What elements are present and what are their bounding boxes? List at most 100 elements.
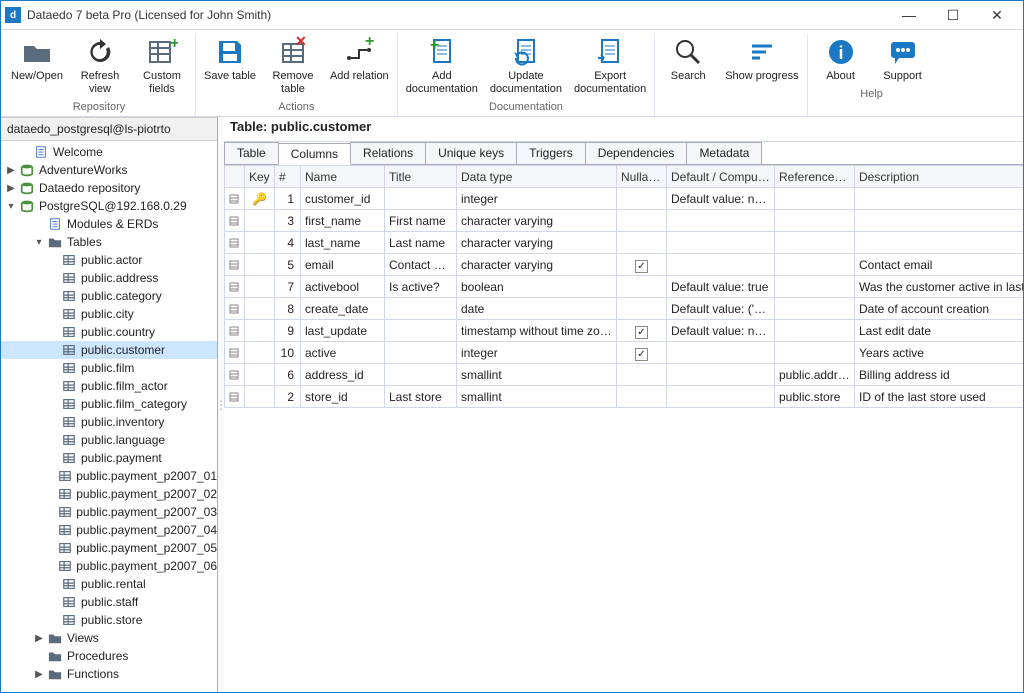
grid-cell[interactable]: customer_id (301, 188, 385, 210)
tree-item-public-rental[interactable]: public.rental (1, 575, 217, 593)
tree-item-public-staff[interactable]: public.staff (1, 593, 217, 611)
tree-item-public-category[interactable]: public.category (1, 287, 217, 305)
grid-cell[interactable]: Default value: ('no… (667, 298, 775, 320)
grid-cell[interactable]: smallint (457, 386, 617, 408)
grid-row[interactable]: 5emailContact emailcharacter varying✓Con… (225, 254, 1024, 276)
tree-item-public-inventory[interactable]: public.inventory (1, 413, 217, 431)
grid-cell[interactable]: Billing address id (855, 364, 1024, 386)
tab-unique-keys[interactable]: Unique keys (425, 142, 517, 164)
grid-cell[interactable]: public.store (775, 386, 855, 408)
ribbon-support-button[interactable]: Support (872, 34, 934, 85)
nullable-cell[interactable]: ✓ (617, 320, 667, 342)
grid-cell[interactable]: first_name (301, 210, 385, 232)
grid-cell[interactable]: Contact email (855, 254, 1024, 276)
grid-cell[interactable]: Last edit date (855, 320, 1024, 342)
grid-cell[interactable]: Default value: true (667, 276, 775, 298)
grid-cell[interactable]: public.address (775, 364, 855, 386)
grid-cell[interactable] (775, 342, 855, 364)
column-header-name[interactable]: Name (301, 166, 385, 188)
grid-cell[interactable]: Contact email (385, 254, 457, 276)
tree-item-functions[interactable]: ▶Functions (1, 665, 217, 683)
tree-item-public-film-actor[interactable]: public.film_actor (1, 377, 217, 395)
minimize-button[interactable]: — (887, 1, 931, 29)
grid-cell[interactable] (855, 210, 1024, 232)
grid-cell[interactable]: create_date (301, 298, 385, 320)
ribbon-search-button[interactable]: Search (657, 34, 719, 85)
row-handle-icon[interactable] (225, 210, 245, 232)
grid-row[interactable]: 9last_updatetimestamp without time zone✓… (225, 320, 1024, 342)
grid-cell[interactable] (855, 188, 1024, 210)
grid-cell[interactable]: boolean (457, 276, 617, 298)
tree-toggle-icon[interactable]: ▶ (5, 165, 17, 176)
tab-columns[interactable]: Columns (278, 143, 351, 165)
grid-cell[interactable] (855, 232, 1024, 254)
tree-item-public-store[interactable]: public.store (1, 611, 217, 629)
grid-cell[interactable] (667, 364, 775, 386)
ribbon-save-table-button[interactable]: Save table (198, 34, 262, 98)
grid-cell[interactable] (667, 386, 775, 408)
tree-item-postgresql-192-168-0-29[interactable]: ▾PostgreSQL@192.168.0.29 (1, 197, 217, 215)
grid-cell[interactable] (667, 342, 775, 364)
nullable-cell[interactable] (617, 298, 667, 320)
grid-cell[interactable] (667, 254, 775, 276)
ribbon-add-documentation-button[interactable]: +Add documentation (400, 34, 484, 98)
ribbon-export-documentation-button[interactable]: Export documentation (568, 34, 652, 98)
tree-item-adventureworks[interactable]: ▶AdventureWorks (1, 161, 217, 179)
tree-item-public-payment-p2007-01[interactable]: public.payment_p2007_01 (1, 467, 217, 485)
grid-cell[interactable] (385, 364, 457, 386)
tree-item-public-address[interactable]: public.address (1, 269, 217, 287)
grid-cell[interactable] (775, 276, 855, 298)
tree-item-public-payment-p2007-05[interactable]: public.payment_p2007_05 (1, 539, 217, 557)
ribbon-remove-table-button[interactable]: ✕Remove table (262, 34, 324, 98)
tree-toggle-icon[interactable]: ▶ (33, 633, 45, 644)
column-header-data-type[interactable]: Data type (457, 166, 617, 188)
tree-item-public-payment[interactable]: public.payment (1, 449, 217, 467)
grid-cell[interactable]: activebool (301, 276, 385, 298)
grid-cell[interactable]: integer (457, 188, 617, 210)
tab-table[interactable]: Table (224, 142, 279, 164)
row-handle-icon[interactable] (225, 188, 245, 210)
tree-item-views[interactable]: ▶Views (1, 629, 217, 647)
grid-cell[interactable] (775, 320, 855, 342)
tree-item-public-city[interactable]: public.city (1, 305, 217, 323)
nullable-cell[interactable] (617, 232, 667, 254)
ribbon-show-progress-button[interactable]: Show progress (719, 34, 804, 85)
tree-item-public-payment-p2007-02[interactable]: public.payment_p2007_02 (1, 485, 217, 503)
nullable-cell[interactable] (617, 386, 667, 408)
ribbon-refresh-view-button[interactable]: Refresh view (69, 34, 131, 98)
column-header-references[interactable]: References ▲ (775, 166, 855, 188)
grid-cell[interactable]: Is active? (385, 276, 457, 298)
ribbon-add-relation-button[interactable]: +Add relation (324, 34, 395, 98)
grid-cell[interactable]: integer (457, 342, 617, 364)
grid-row[interactable]: 7activeboolIs active?booleanDefault valu… (225, 276, 1024, 298)
grid-cell[interactable]: last_update (301, 320, 385, 342)
grid-cell[interactable]: active (301, 342, 385, 364)
ribbon-about-button[interactable]: iAbout (810, 34, 872, 85)
close-button[interactable]: ✕ (975, 1, 1019, 29)
column-header-default-computed[interactable]: Default / Computed (667, 166, 775, 188)
row-handle-icon[interactable] (225, 320, 245, 342)
nullable-cell[interactable]: ✓ (617, 342, 667, 364)
tree-item-public-customer[interactable]: public.customer (1, 341, 217, 359)
grid-cell[interactable]: Years active (855, 342, 1024, 364)
grid-cell[interactable]: First name (385, 210, 457, 232)
grid-cell[interactable] (385, 298, 457, 320)
tab-triggers[interactable]: Triggers (516, 142, 586, 164)
tree-toggle-icon[interactable]: ▾ (5, 201, 17, 212)
row-handle-icon[interactable] (225, 364, 245, 386)
grid-cell[interactable] (775, 188, 855, 210)
grid-cell[interactable]: character varying (457, 254, 617, 276)
grid-row[interactable]: 6address_idsmallintpublic.addressBilling… (225, 364, 1024, 386)
tree-item-public-payment-p2007-03[interactable]: public.payment_p2007_03 (1, 503, 217, 521)
tree-toggle-icon[interactable]: ▶ (33, 669, 45, 680)
maximize-button[interactable]: ☐ (931, 1, 975, 29)
column-header-[interactable]: # (275, 166, 301, 188)
column-header-description[interactable]: Description (855, 166, 1024, 188)
grid-cell[interactable] (775, 210, 855, 232)
row-handle-icon[interactable] (225, 386, 245, 408)
column-header-nullable[interactable]: Nullable (617, 166, 667, 188)
tree-item-modules-erds[interactable]: Modules & ERDs (1, 215, 217, 233)
tree-item-procedures[interactable]: Procedures (1, 647, 217, 665)
grid-row[interactable]: 3first_nameFirst namecharacter varying (225, 210, 1024, 232)
grid-cell[interactable] (385, 188, 457, 210)
